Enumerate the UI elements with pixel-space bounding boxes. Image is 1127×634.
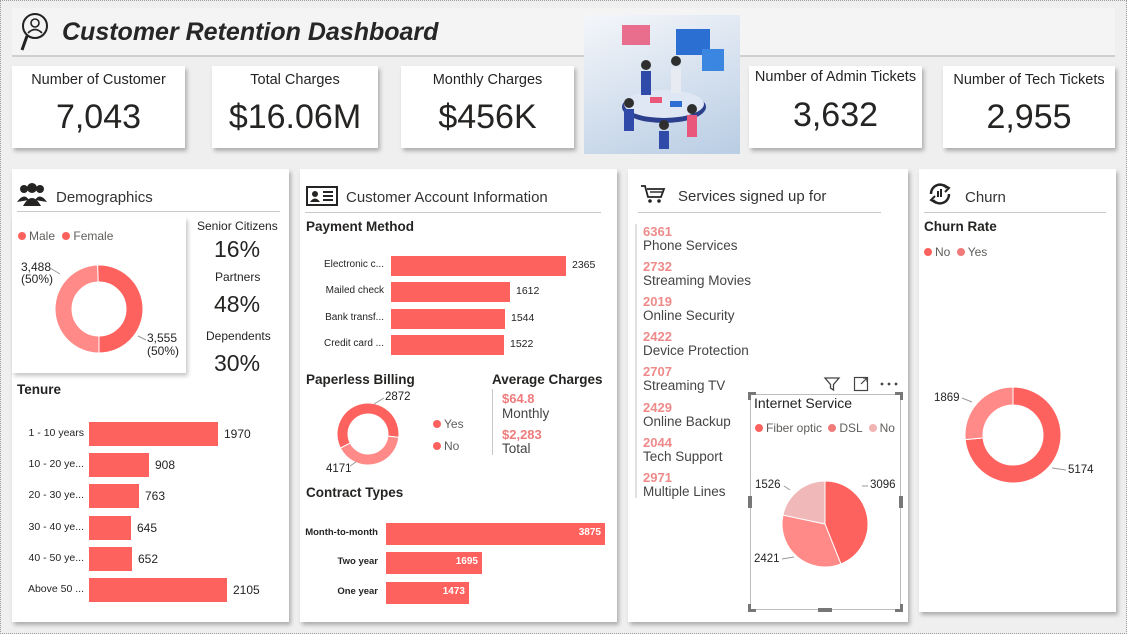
churn-leader-lines bbox=[961, 397, 1067, 471]
